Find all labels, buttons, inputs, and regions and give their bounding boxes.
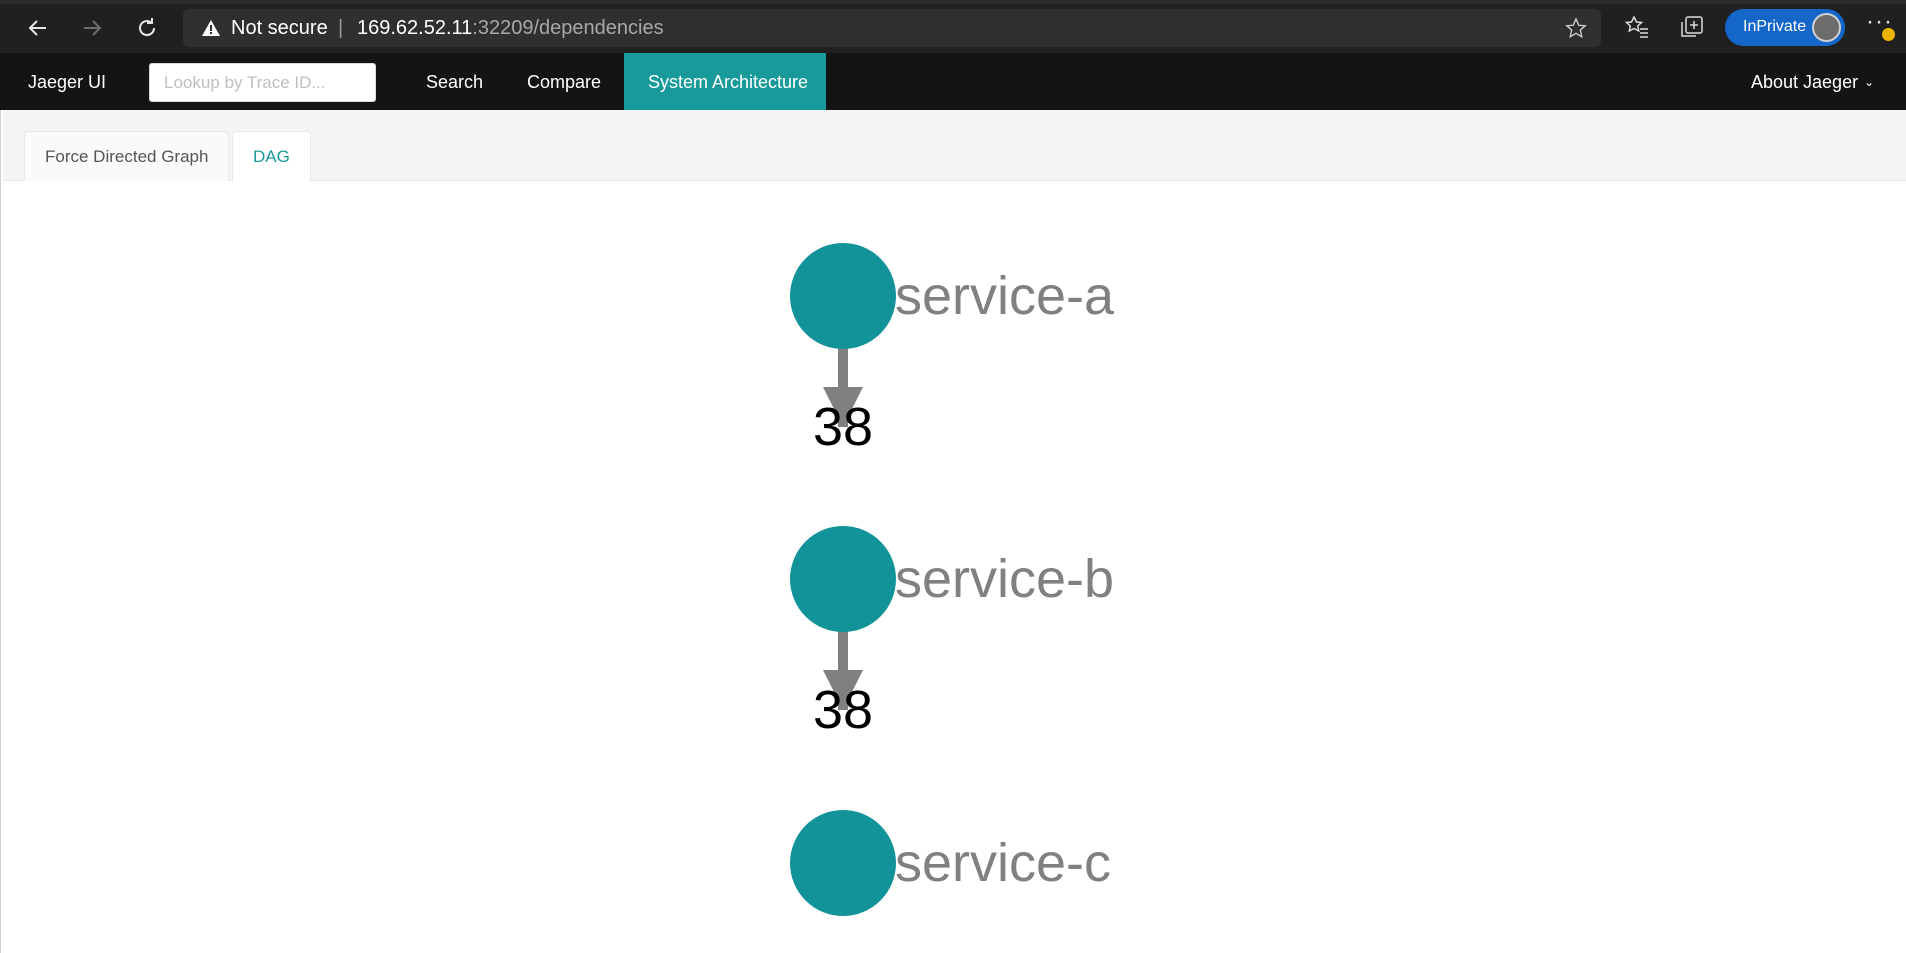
security-label[interactable]: Not secure xyxy=(231,17,328,40)
refresh-icon[interactable] xyxy=(131,12,163,44)
inprivate-label: InPrivate xyxy=(1743,18,1807,35)
collections-icon[interactable] xyxy=(1679,14,1705,40)
about-jaeger-menu[interactable]: About Jaeger ⌄ xyxy=(1751,72,1874,93)
edge-call-count-label: 38 xyxy=(813,680,873,740)
top-nav: Jaeger UI Search Compare System Architec… xyxy=(0,53,1906,110)
warning-icon xyxy=(202,20,220,36)
about-jaeger-label: About Jaeger xyxy=(1751,72,1859,92)
address-bar[interactable]: Not secure | 169.62.52.11:32209/dependen… xyxy=(183,9,1601,47)
forward-icon[interactable] xyxy=(76,12,108,44)
inprivate-button[interactable]: InPrivate xyxy=(1725,9,1845,46)
node-label: service-b xyxy=(895,549,1114,609)
node-service-a[interactable] xyxy=(790,243,896,349)
tab-dag[interactable]: DAG xyxy=(232,131,311,182)
nav-search-link[interactable]: Search xyxy=(426,53,483,110)
nav-system-architecture-label: System Architecture xyxy=(648,72,809,92)
chevron-down-icon: ⌄ xyxy=(1864,75,1875,89)
graph-view-tabs: Force Directed Graph DAG xyxy=(3,110,1906,182)
node-service-b[interactable] xyxy=(790,526,896,632)
node-service-c[interactable] xyxy=(790,810,896,916)
edge-call-count-label: 38 xyxy=(813,397,873,457)
nav-compare-link[interactable]: Compare xyxy=(527,53,601,110)
trace-id-search-input[interactable] xyxy=(149,63,376,102)
node-label: service-c xyxy=(895,833,1111,893)
dag-graph[interactable]: 38 38 service-a service-b service-c xyxy=(0,182,1906,953)
browser-toolbar: Not secure | 169.62.52.11:32209/dependen… xyxy=(0,0,1906,53)
brand-link[interactable]: Jaeger UI xyxy=(28,72,106,93)
back-icon[interactable] xyxy=(22,12,54,44)
avatar xyxy=(1812,13,1841,42)
url-host: 169.62.52.11 xyxy=(357,17,473,39)
notification-badge xyxy=(1882,28,1895,41)
tab-strip xyxy=(0,0,1906,4)
url-text[interactable]: 169.62.52.11:32209/dependencies xyxy=(357,17,664,40)
url-path: :32209/dependencies xyxy=(472,17,664,39)
star-icon[interactable] xyxy=(1565,17,1587,39)
address-separator: | xyxy=(338,17,344,39)
favorites-icon[interactable] xyxy=(1624,14,1650,40)
nav-system-architecture-link[interactable]: System Architecture xyxy=(624,53,826,110)
node-label: service-a xyxy=(895,266,1115,326)
tab-force-directed-graph[interactable]: Force Directed Graph xyxy=(24,131,230,181)
